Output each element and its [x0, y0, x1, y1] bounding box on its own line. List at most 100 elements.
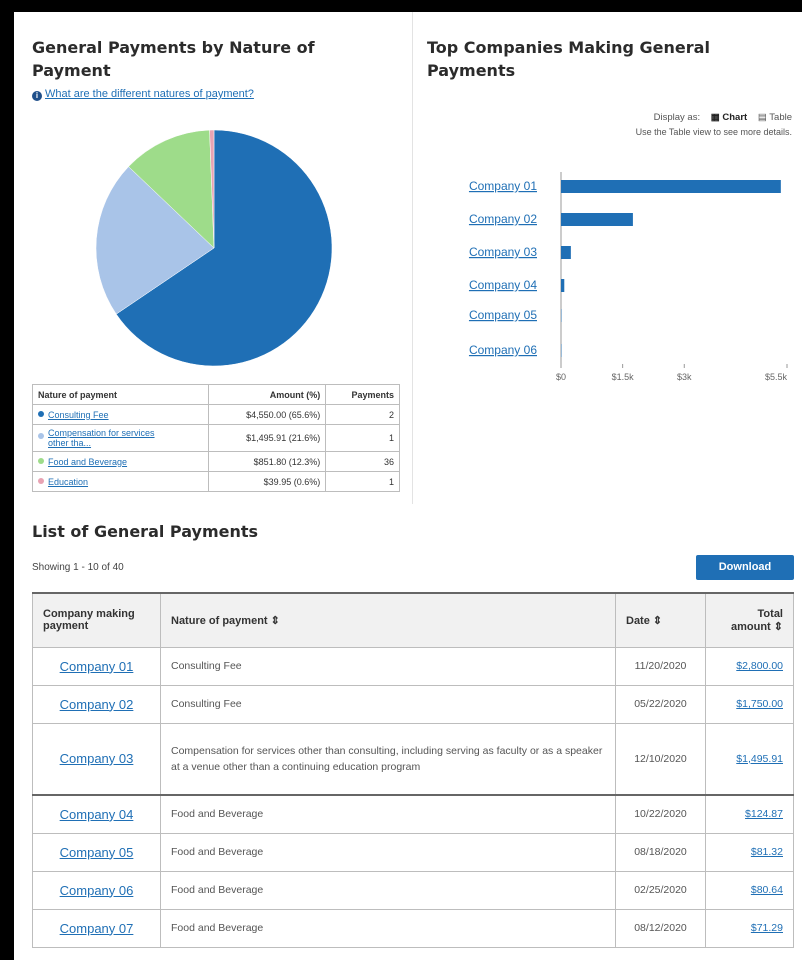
nature-title: General Payments by Nature of Payment — [32, 38, 315, 80]
amount-cell: $80.64 — [705, 870, 794, 910]
payments-cell: 1 — [325, 424, 400, 452]
showing-count: Showing 1 - 10 of 40 — [32, 562, 124, 573]
nature-cell: Compensation for services other than con… — [160, 722, 616, 796]
nature-link[interactable]: Food and Beverage — [48, 457, 127, 467]
table-row: Company 07 Food and Beverage 08/12/2020 $71… — [32, 908, 794, 948]
nature-link[interactable]: Education — [48, 477, 88, 487]
amount-link[interactable]: $80.64 — [751, 884, 783, 896]
date-cell: 05/22/2020 — [615, 684, 706, 724]
company-cell: Company 05 — [32, 832, 161, 872]
amount-cell: $2,800.00 — [705, 646, 794, 686]
company-link[interactable]: Company 05 — [60, 845, 134, 860]
table-row: Company 01 Consulting Fee 11/20/2020 $2,800… — [32, 646, 794, 686]
company-cell: Company 01 — [32, 646, 161, 686]
nature-column-header[interactable]: Nature of payment ⇕ — [160, 592, 616, 648]
nature-cell: Consulting Fee — [32, 404, 209, 425]
total-column-header[interactable]: Total amount ⇕ — [705, 592, 794, 648]
legend-dot-icon — [38, 410, 44, 417]
payments-cell: 36 — [325, 451, 400, 472]
date-cell: 08/12/2020 — [615, 908, 706, 948]
nature-cell: Food and Beverage — [160, 870, 616, 910]
payments-header: Payments — [325, 384, 400, 405]
nature-cell: Consulting Fee — [160, 646, 616, 686]
nature-link[interactable]: Compensation for services other tha... — [48, 428, 168, 448]
bar-category-label[interactable]: Company 05 — [469, 308, 537, 322]
company-link[interactable]: Company 06 — [60, 883, 134, 898]
list-title: List of General Payments — [32, 522, 259, 541]
company-link[interactable]: Company 02 — [60, 697, 134, 712]
info-icon: i — [32, 91, 42, 101]
nature-row: Education $39.95 (0.6%) 1 — [32, 471, 400, 492]
bar[interactable] — [561, 246, 571, 259]
nature-cell: Consulting Fee — [160, 684, 616, 724]
amount-link[interactable]: $1,495.91 — [736, 753, 783, 765]
nature-cell: Compensation for services other tha... — [32, 424, 209, 452]
company-cell: Company 03 — [32, 722, 161, 796]
company-link[interactable]: Company 07 — [60, 921, 134, 936]
page-frame: General Payments by Nature of Payment iW… — [14, 12, 802, 960]
amount-link[interactable]: $124.87 — [745, 808, 783, 820]
payments-cell: 2 — [325, 404, 400, 425]
display-label: Display as: — [653, 112, 701, 123]
nature-row: Compensation for services other tha... $1… — [32, 424, 400, 452]
amount-cell: $851.80 (12.3%) — [207, 451, 327, 472]
table-row: Company 03 Compensation for services othe… — [32, 722, 794, 796]
company-column-header[interactable]: Company making payment — [32, 592, 161, 648]
date-cell: 10/22/2020 — [615, 794, 706, 834]
legend-dot-icon — [38, 457, 44, 464]
bar-category-label[interactable]: Company 02 — [469, 212, 537, 226]
company-cell: Company 07 — [32, 908, 161, 948]
bar[interactable] — [561, 279, 565, 292]
table-row: Company 05 Food and Beverage 08/18/2020 $81… — [32, 832, 794, 872]
amount-link[interactable]: $1,750.00 — [736, 698, 783, 710]
nature-info: i What are the different natures of payme… — [32, 88, 254, 101]
company-cell: Company 06 — [32, 870, 161, 910]
amount-cell: $71.29 — [705, 908, 794, 948]
x-tick-label: $1.5k — [612, 372, 635, 382]
table-row: Company 06 Food and Beverage 02/25/2020 $80… — [32, 870, 794, 910]
amount-cell: $1,495.91 — [705, 722, 794, 796]
companies-bar-chart: Company 01 Company 02 Company 03 Company 04… — [469, 172, 788, 382]
nature-cell: Food and Beverage — [32, 451, 209, 472]
nature-cell: Food and Beverage — [160, 908, 616, 948]
payments-table: Company making payment Nature of payment… — [32, 592, 794, 948]
amount-link[interactable]: $81.32 — [751, 846, 783, 858]
amount-link[interactable]: $2,800.00 — [736, 660, 783, 672]
legend-dot-icon — [38, 477, 44, 484]
download-button[interactable]: Download — [696, 555, 794, 580]
table-view-button[interactable]: ▤ Table — [758, 112, 792, 123]
companies-panel: Top Companies Making General Payments Di… — [412, 12, 802, 504]
chart-view-button[interactable]: ▦ Chart — [711, 112, 747, 123]
x-tick-label: $0 — [556, 372, 566, 382]
bar[interactable] — [561, 213, 633, 226]
bar-category-label[interactable]: Company 03 — [469, 245, 537, 259]
amount-link[interactable]: $71.29 — [751, 922, 783, 934]
company-link[interactable]: Company 04 — [60, 807, 134, 822]
amount-cell: $81.32 — [705, 832, 794, 872]
date-cell: 12/10/2020 — [615, 722, 706, 796]
bar[interactable] — [561, 180, 781, 193]
legend-dot-icon — [38, 433, 44, 440]
bar-category-label[interactable]: Company 04 — [469, 278, 537, 292]
company-cell: Company 04 — [32, 794, 161, 834]
nature-cell: Education — [32, 471, 209, 492]
company-link[interactable]: Company 03 — [60, 751, 134, 766]
amount-cell: $124.87 — [705, 794, 794, 834]
nature-info-link[interactable]: What are the different natures of paymen… — [45, 88, 254, 100]
nature-cell: Food and Beverage — [160, 794, 616, 834]
nature-cell: Food and Beverage — [160, 832, 616, 872]
company-link[interactable]: Company 01 — [60, 659, 134, 674]
company-cell: Company 02 — [32, 684, 161, 724]
amount-cell: $4,550.00 (65.6%) — [207, 404, 327, 425]
date-cell: 02/25/2020 — [615, 870, 706, 910]
table-view-note: Use the Table view to see more details. — [635, 127, 792, 137]
nature-table: Nature of payment Amount (%) Payments Co… — [32, 384, 400, 492]
payments-cell: 1 — [325, 471, 400, 492]
nature-link[interactable]: Consulting Fee — [48, 410, 109, 420]
table-row: Company 02 Consulting Fee 05/22/2020 $1,750… — [32, 684, 794, 724]
nature-header: Nature of payment — [32, 384, 209, 405]
bar-category-label[interactable]: Company 06 — [469, 343, 537, 357]
bar-category-label[interactable]: Company 01 — [469, 179, 537, 193]
date-column-header[interactable]: Date ⇕ — [615, 592, 706, 648]
display-toggle: Display as: ▦ Chart ▤ Table Use the Tabl… — [636, 112, 792, 137]
